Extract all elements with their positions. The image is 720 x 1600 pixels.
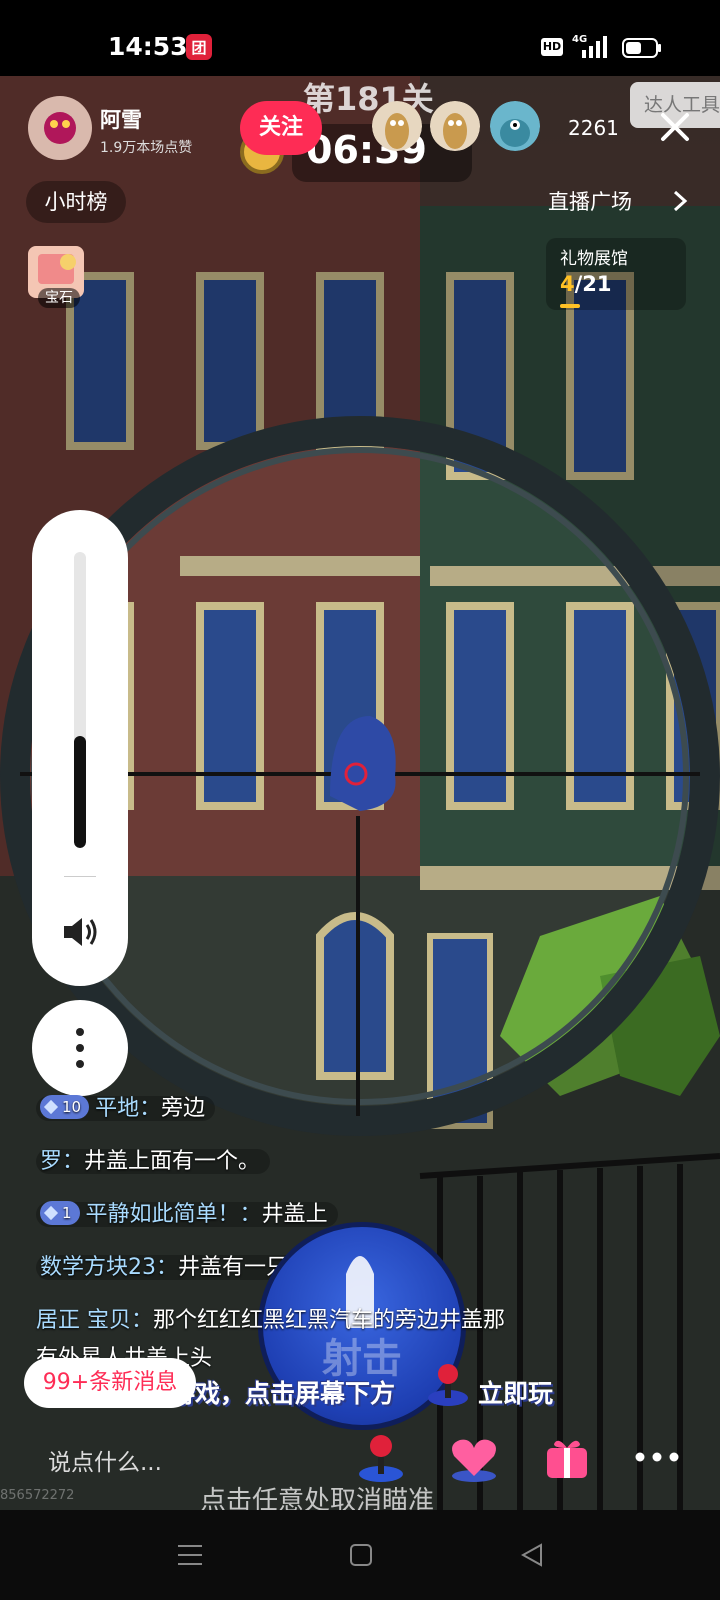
chat-text: 旁边: [161, 1096, 206, 1121]
chat-username[interactable]: 数学方块23：: [40, 1255, 178, 1280]
volume-divider: [64, 876, 96, 877]
gift-hall-label: 礼物展馆: [560, 249, 628, 269]
chat-message: 1 平静如此简单！：井盖上: [36, 1196, 338, 1234]
speaker-icon[interactable]: [60, 914, 100, 950]
home-icon[interactable]: [350, 1544, 372, 1566]
host-name[interactable]: 阿雪: [100, 104, 142, 134]
chat-text: 井盖上面有一个。: [84, 1149, 261, 1174]
chat-username[interactable]: 居正 宝贝：: [36, 1308, 153, 1333]
viewer-avatar-2[interactable]: [430, 101, 480, 151]
play-now-link[interactable]: 立即玩: [478, 1374, 553, 1410]
fan-badge: 1: [40, 1201, 80, 1225]
fan-badge: 10: [40, 1095, 90, 1119]
live-plaza-link[interactable]: 直播广场: [548, 181, 632, 223]
volume-fill: [74, 735, 86, 848]
chat-username[interactable]: 罗：: [40, 1149, 84, 1174]
hour-rank-button[interactable]: 小时榜: [26, 181, 126, 223]
chat-message: 居正 宝贝：那个红红红黑红黑汽车的旁边井盖那: [36, 1302, 505, 1340]
chat-message: 罗：井盖上面有一个。: [36, 1143, 271, 1181]
gift-icon[interactable]: [544, 1434, 590, 1480]
chevron-right-icon: [673, 190, 688, 212]
volume-slider[interactable]: [74, 552, 86, 848]
more-horizontal-icon[interactable]: [624, 1432, 690, 1482]
app-notification-icon: 团: [186, 34, 212, 60]
back-icon[interactable]: [521, 1543, 543, 1567]
viewer-avatar-1[interactable]: [372, 101, 422, 151]
fan-badge-level: 10: [62, 1098, 82, 1116]
chat-message: 10 平地：旁边: [36, 1090, 216, 1128]
chat-text: 井盖上: [261, 1202, 328, 1227]
new-messages-pill[interactable]: 99+条新消息: [24, 1358, 196, 1408]
host-avatar-icon: [44, 112, 76, 144]
close-icon[interactable]: [658, 110, 692, 144]
heart-icon[interactable]: [446, 1432, 502, 1484]
chat-text: 那个红红红黑红黑汽车的旁边井盖那: [153, 1308, 506, 1333]
gem-label: 宝石: [38, 288, 80, 308]
gift-hall-bar: [560, 304, 580, 308]
host-likes: 1.9万本场点赞: [100, 140, 193, 156]
chat-username[interactable]: 平地：: [95, 1096, 161, 1121]
vertical-dots-icon: [76, 1028, 84, 1068]
gift-hall-total: /21: [574, 272, 612, 296]
joystick-icon: [428, 1364, 468, 1406]
viewer-avatar-3[interactable]: [490, 101, 540, 151]
signal-icon: [582, 36, 607, 58]
gift-hall-progress: 4/21: [560, 272, 612, 296]
game-joystick-button[interactable]: [356, 1432, 406, 1484]
gift-hall-current: 4: [560, 272, 575, 296]
follow-button[interactable]: 关注: [240, 101, 322, 155]
host-avatar[interactable]: [28, 96, 92, 160]
watermark-id: 856572272: [0, 1488, 75, 1503]
chat-message: 数学方块23：井盖有一只: [36, 1249, 299, 1287]
battery-icon: [622, 38, 661, 58]
fan-badge-level: 1: [62, 1204, 72, 1222]
viewer-count[interactable]: 2261: [568, 116, 619, 140]
status-time: 14:53: [108, 32, 188, 61]
chat-username[interactable]: 平静如此简单！：: [86, 1202, 262, 1227]
menu-icon[interactable]: [178, 1544, 202, 1566]
comment-input[interactable]: 说点什么...: [30, 1434, 348, 1492]
hd-icon: HD: [541, 38, 563, 56]
